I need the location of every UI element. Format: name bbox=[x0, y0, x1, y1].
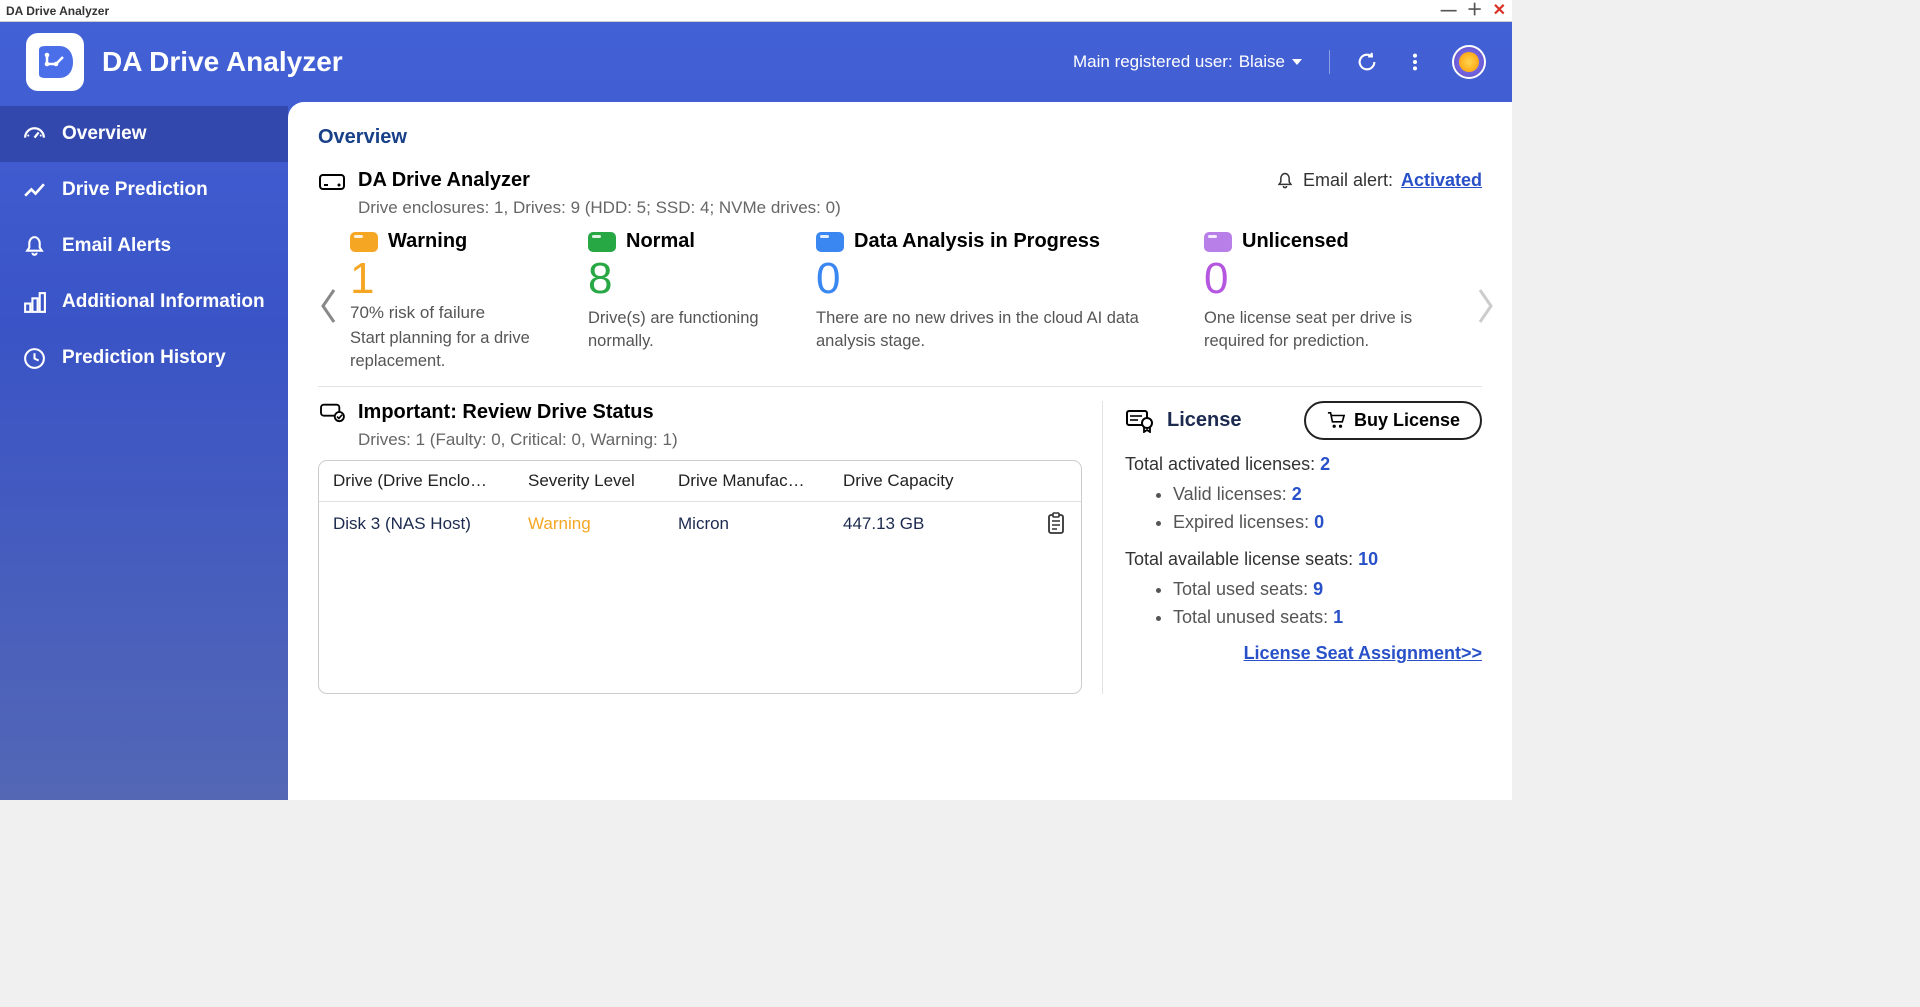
sidebar-item-prediction-history[interactable]: Prediction History bbox=[0, 330, 288, 386]
total-activated-line: Total activated licenses: 2 bbox=[1125, 454, 1482, 475]
used-seats-line: Total used seats: 9 bbox=[1173, 576, 1482, 604]
sidebar-item-label: Overview bbox=[62, 123, 147, 145]
cell-drive: Disk 3 (NAS Host) bbox=[333, 514, 528, 534]
chevron-left-icon bbox=[318, 286, 340, 326]
email-alert-status: Email alert: Activated bbox=[1275, 170, 1482, 191]
review-section-title: Important: Review Drive Status bbox=[358, 401, 654, 424]
user-avatar[interactable] bbox=[1452, 45, 1486, 79]
unused-seats-line: Total unused seats: 1 bbox=[1173, 604, 1482, 632]
status-card-title: Normal bbox=[626, 230, 695, 253]
clipboard-icon[interactable] bbox=[1045, 512, 1067, 536]
drive-status-table: Drive (Drive Enclo… Severity Level Drive… bbox=[318, 460, 1082, 694]
status-card-title: Unlicensed bbox=[1242, 230, 1349, 253]
logo-icon bbox=[35, 42, 75, 82]
status-card-sub2: Start planning for a drive replacement. bbox=[350, 327, 560, 372]
gauge-icon bbox=[22, 122, 47, 147]
total-seats-line: Total available license seats: 10 bbox=[1125, 549, 1482, 570]
column-capacity: Drive Capacity bbox=[843, 471, 983, 491]
chevron-down-icon bbox=[1291, 57, 1303, 67]
enclosure-icon bbox=[318, 170, 346, 192]
license-seat-assignment-link[interactable]: License Seat Assignment>> bbox=[1125, 643, 1482, 664]
status-card-count: 8 bbox=[588, 255, 788, 303]
window-minimize-button[interactable]: — bbox=[1441, 3, 1457, 19]
status-card-sub1: 70% risk of failure bbox=[350, 303, 560, 323]
license-title: License bbox=[1167, 409, 1241, 432]
status-card-count: 1 bbox=[350, 255, 560, 303]
status-card-progress: Data Analysis in Progress 0 There are no… bbox=[816, 230, 1176, 372]
license-panel: License Buy License Total activated lice… bbox=[1102, 401, 1482, 694]
status-card-title: Data Analysis in Progress bbox=[854, 230, 1100, 253]
window-close-button[interactable]: ✕ bbox=[1493, 3, 1506, 19]
chart-line-icon bbox=[22, 178, 47, 203]
cart-icon bbox=[1326, 411, 1346, 429]
drive-summary: Drive enclosures: 1, Drives: 9 (HDD: 5; … bbox=[358, 198, 1482, 218]
drive-review-icon bbox=[318, 401, 346, 423]
drive-chip-icon bbox=[1204, 232, 1232, 252]
window-maximize-button[interactable]: ＋ bbox=[1467, 3, 1483, 19]
status-card-count: 0 bbox=[816, 255, 1176, 303]
review-summary: Drives: 1 (Faulty: 0, Critical: 0, Warni… bbox=[358, 430, 1082, 450]
status-card-unlicensed: Unlicensed 0 One license seat per drive … bbox=[1204, 230, 1464, 372]
sidebar-item-label: Prediction History bbox=[62, 347, 226, 369]
analyzer-section-title: DA Drive Analyzer bbox=[358, 169, 530, 192]
column-manufacturer: Drive Manufac… bbox=[678, 471, 843, 491]
app-header: DA Drive Analyzer Main registered user: … bbox=[0, 22, 1512, 102]
bell-icon bbox=[1275, 171, 1295, 191]
bar-chart-icon bbox=[22, 290, 47, 315]
sidebar-item-label: Drive Prediction bbox=[62, 179, 208, 201]
sidebar-item-label: Email Alerts bbox=[62, 235, 171, 257]
app-title: DA Drive Analyzer bbox=[102, 46, 343, 78]
status-card-title: Warning bbox=[388, 230, 467, 253]
table-header: Drive (Drive Enclo… Severity Level Drive… bbox=[319, 461, 1081, 501]
chevron-right-icon bbox=[1474, 286, 1496, 326]
column-severity: Severity Level bbox=[528, 471, 678, 491]
email-alert-label: Email alert: bbox=[1303, 170, 1393, 191]
buy-license-label: Buy License bbox=[1354, 410, 1460, 431]
status-card-sub2: There are no new drives in the cloud AI … bbox=[816, 307, 1176, 352]
status-card-sub2: One license seat per drive is required f… bbox=[1204, 307, 1464, 352]
sidebar-item-overview[interactable]: Overview bbox=[0, 106, 288, 162]
expired-licenses-line: Expired licenses: 0 bbox=[1173, 509, 1482, 537]
window-title: DA Drive Analyzer bbox=[6, 4, 109, 18]
registered-user-label: Main registered user: bbox=[1073, 52, 1233, 72]
status-card-sub2: Drive(s) are functioning normally. bbox=[588, 307, 788, 352]
drive-chip-icon bbox=[588, 232, 616, 252]
page-title: Overview bbox=[318, 126, 1482, 149]
registered-user-dropdown[interactable]: Main registered user: Blaise bbox=[1073, 52, 1303, 72]
status-card-normal: Normal 8 Drive(s) are functioning normal… bbox=[588, 230, 788, 372]
sidebar: Overview Drive Prediction Email Alerts A… bbox=[0, 102, 288, 800]
drive-chip-icon bbox=[350, 232, 378, 252]
valid-licenses-line: Valid licenses: 2 bbox=[1173, 481, 1482, 509]
refresh-icon[interactable] bbox=[1356, 51, 1378, 73]
app-logo bbox=[26, 33, 84, 91]
more-menu-icon[interactable] bbox=[1404, 51, 1426, 73]
column-drive: Drive (Drive Enclo… bbox=[333, 471, 528, 491]
sidebar-item-drive-prediction[interactable]: Drive Prediction bbox=[0, 162, 288, 218]
license-badge-icon bbox=[1125, 407, 1155, 433]
cell-severity: Warning bbox=[528, 514, 678, 534]
sidebar-item-additional-information[interactable]: Additional Information bbox=[0, 274, 288, 330]
bell-icon bbox=[22, 234, 47, 259]
registered-user-name: Blaise bbox=[1239, 52, 1285, 72]
status-card-count: 0 bbox=[1204, 255, 1464, 303]
buy-license-button[interactable]: Buy License bbox=[1304, 401, 1482, 440]
table-row[interactable]: Disk 3 (NAS Host) Warning Micron 447.13 … bbox=[319, 501, 1081, 546]
sidebar-item-email-alerts[interactable]: Email Alerts bbox=[0, 218, 288, 274]
cell-capacity: 447.13 GB bbox=[843, 514, 983, 534]
status-card-warning: Warning 1 70% risk of failure Start plan… bbox=[350, 230, 560, 372]
main-content: Overview DA Drive Analyzer Email alert: … bbox=[288, 102, 1512, 800]
drive-chip-icon bbox=[816, 232, 844, 252]
header-divider bbox=[1329, 50, 1330, 74]
status-next-button[interactable] bbox=[1474, 276, 1496, 326]
status-prev-button[interactable] bbox=[318, 276, 340, 326]
cell-manufacturer: Micron bbox=[678, 514, 843, 534]
clock-icon bbox=[22, 346, 47, 371]
sidebar-item-label: Additional Information bbox=[62, 291, 265, 313]
email-alert-link[interactable]: Activated bbox=[1401, 170, 1482, 191]
